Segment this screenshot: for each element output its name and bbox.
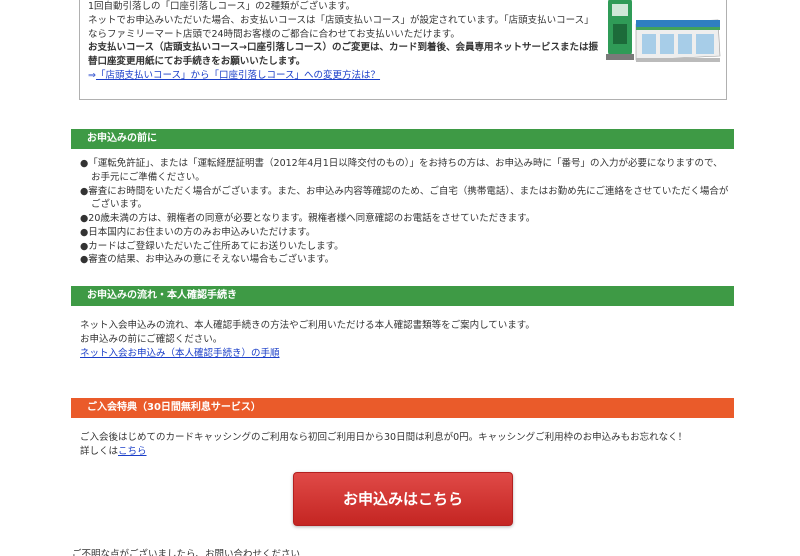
- info-line: ネットでお申込みいただいた場合、お支払いコースは「店頭支払いコース」が設定されて…: [88, 14, 594, 26]
- details-link[interactable]: こちら: [118, 446, 147, 457]
- info-bold-line: お支払いコース（店頭支払いコース→口座引落しコース）のご変更は、カード到着後、会…: [88, 42, 599, 54]
- list-item: お手元にご準備ください。: [91, 171, 205, 183]
- section-title-benefit: ご入会特典（30日間無利息サービス）: [71, 398, 734, 418]
- list-item: ●審査の結果、お申込みの意にそえない場合もございます。: [80, 254, 335, 266]
- list-item: ●カードはご登録いただいたご住所あてにお送りいたします。: [80, 240, 344, 252]
- before-apply-list: ●「運転免許証」、または「運転経歴証明書（2012年4月1日以降交付のもの）」を…: [80, 157, 730, 267]
- list-item: ●「運転免許証」、または「運転経歴証明書（2012年4月1日以降交付のもの）」を…: [80, 158, 723, 169]
- list-item: ●日本国内にお住まいの方のみお申込みいただけます。: [80, 226, 316, 238]
- footer-partial-text: ご不明な点がございましたら、お問い合わせください: [72, 549, 301, 556]
- list-item: ●20歳未満の方は、親権者の同意が必要となります。親権者様へ同意確認のお電話をさ…: [80, 213, 536, 225]
- info-line: 1回自動引落しの「口座引落しコース」の2種類がございます。: [88, 1, 356, 12]
- arrow-icon: ⇒: [88, 69, 96, 81]
- list-item: ございます。: [91, 199, 148, 211]
- payment-info-box: 1回自動引落しの「口座引落しコース」の2種類がございます。 ネットでお申込みいた…: [79, 0, 727, 100]
- benefit-block: ご入会後はじめてのカードキャッシングのご利用なら初回ご利用日から30日間は利息が…: [80, 431, 730, 459]
- flow-line: お申込みの前にご確認ください。: [80, 333, 223, 345]
- store-illustration-icon: [606, 0, 721, 62]
- section-title-flow: お申込みの流れ・本人確認手続き: [71, 286, 734, 306]
- list-item: ●審査にお時間をいただく場合がございます。また、お申込み内容等確認のため、ご自宅…: [80, 185, 729, 197]
- info-line: ならファミリーマート店頭で24時間お客様のご都合に合わせてお支払いいただけます。: [88, 28, 460, 40]
- details-prefix: 詳しくは: [80, 445, 119, 457]
- application-steps-link[interactable]: ネット入会お申込み（本人確認手続き）の手順: [80, 348, 280, 359]
- flow-line: ネット入会申込みの流れ、本人確認手続きの方法やご利用いただける本人確認書類等をご…: [80, 320, 535, 331]
- info-bold-line: 替口座変更用紙にてお手続きをお願いいたします。: [88, 56, 306, 68]
- course-change-link[interactable]: 「店頭支払いコース」から「口座引落しコース」への変更方法は？: [96, 70, 380, 81]
- benefit-line: ご入会後はじめてのカードキャッシングのご利用なら初回ご利用日から30日間は利息が…: [80, 432, 688, 443]
- section-title-before-apply: お申込みの前に: [71, 129, 734, 149]
- flow-block: ネット入会申込みの流れ、本人確認手続きの方法やご利用いただける本人確認書類等をご…: [80, 319, 730, 360]
- apply-button[interactable]: お申込みはこちら: [293, 472, 513, 526]
